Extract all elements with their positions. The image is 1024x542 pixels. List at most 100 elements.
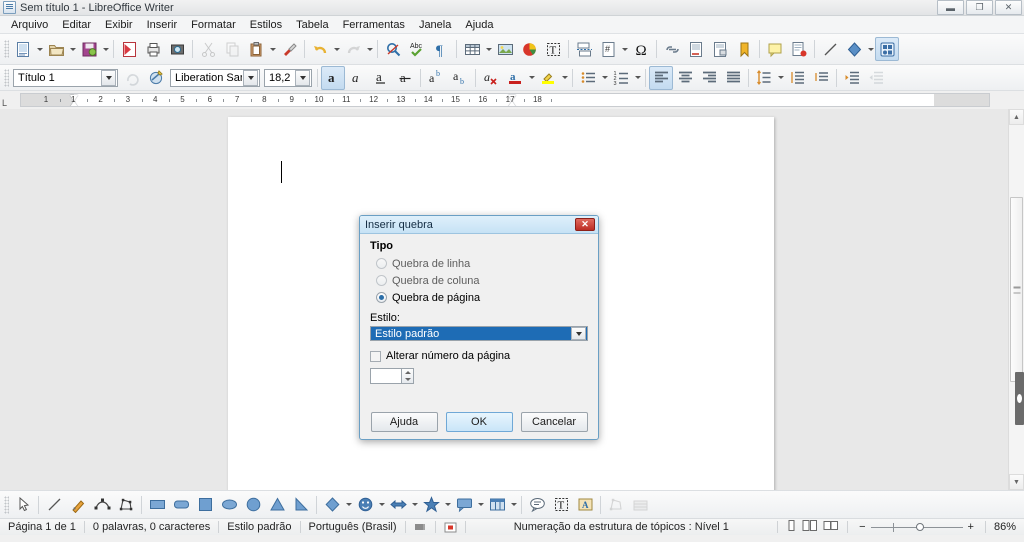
cancel-button[interactable]: Cancelar (520, 412, 588, 432)
paragraph-style-combo[interactable]: Título 1 (13, 68, 118, 87)
toolbar-grip[interactable] (4, 68, 9, 87)
page-number-input[interactable] (370, 368, 401, 384)
radio-line-break[interactable]: Quebra de linha (376, 256, 588, 271)
font-color-dropdown-icon[interactable] (527, 66, 536, 90)
toolbar-grip[interactable] (4, 40, 9, 58)
new-doc-icon[interactable] (11, 37, 35, 61)
basic-shapes-dropdown-icon[interactable] (866, 37, 875, 61)
menu-item-inserir[interactable]: Inserir (140, 18, 185, 32)
highlight-color-dropdown-icon[interactable] (560, 66, 569, 90)
formatting-marks-icon[interactable]: ¶ (429, 37, 453, 61)
show-draw-functions-icon[interactable] (875, 37, 899, 61)
freeform-line-icon[interactable] (66, 493, 90, 517)
unordered-list-icon[interactable] (576, 66, 600, 90)
print-preview-icon[interactable] (165, 37, 189, 61)
scrollbar-drag-marker[interactable] (1015, 372, 1024, 425)
open-dropdown-icon[interactable] (68, 37, 77, 61)
book-view-icon[interactable] (823, 520, 839, 534)
zoom-out-button[interactable]: − (854, 521, 870, 533)
close-icon[interactable]: ✕ (995, 0, 1022, 15)
align-right-icon[interactable] (697, 66, 721, 90)
menu-item-arquivo[interactable]: Arquivo (4, 18, 55, 32)
unordered-list-dropdown-icon[interactable] (600, 66, 609, 90)
strikethrough-icon[interactable]: a (393, 66, 417, 90)
square-icon[interactable] (193, 493, 217, 517)
line-spacing-icon[interactable] (752, 66, 776, 90)
endnote-icon[interactable] (708, 37, 732, 61)
single-page-view-icon[interactable] (786, 520, 797, 534)
circle-icon[interactable] (241, 493, 265, 517)
zoom-slider[interactable]: − + (848, 521, 985, 533)
unsaved-changes-icon[interactable] (436, 519, 465, 535)
insert-field-dropdown-icon[interactable] (620, 37, 629, 61)
scroll-up-arrow-icon[interactable]: ▲ (1009, 109, 1024, 125)
insert-chart-icon[interactable] (517, 37, 541, 61)
footnote-icon[interactable] (684, 37, 708, 61)
multi-page-view-icon[interactable] (802, 520, 818, 534)
align-left-icon[interactable] (649, 65, 673, 90)
insert-field-icon[interactable]: # (596, 37, 620, 61)
underline-icon[interactable]: a (369, 66, 393, 90)
help-button[interactable]: Ajuda (370, 412, 438, 432)
page-style-select[interactable]: Estilo padrão (370, 326, 588, 341)
block-arrows-dropdown-icon[interactable] (410, 493, 419, 517)
rectangle-icon[interactable] (145, 493, 169, 517)
flowchart-shapes-icon[interactable] (485, 493, 509, 517)
ordered-list-dropdown-icon[interactable] (633, 66, 642, 90)
font-size-combo[interactable]: 18,2 (264, 68, 312, 87)
decrease-indent-icon[interactable] (864, 66, 888, 90)
vertical-scrollbar[interactable]: ▲ ▼ (1008, 109, 1024, 490)
stars-icon[interactable] (419, 493, 443, 517)
checkbox-indicator[interactable] (370, 350, 381, 362)
callout-shapes-dropdown-icon[interactable] (476, 493, 485, 517)
radio-indicator[interactable] (376, 258, 387, 269)
find-replace-icon[interactable] (381, 37, 405, 61)
menu-item-formatar[interactable]: Formatar (184, 18, 243, 32)
insert-image-icon[interactable] (493, 37, 517, 61)
status-outline-level[interactable]: Numeração da estrutura de tópicos : Níve… (466, 519, 778, 535)
menu-item-editar[interactable]: Editar (55, 18, 98, 32)
paste-dropdown-icon[interactable] (268, 37, 277, 61)
page-number-stepper[interactable] (370, 368, 414, 384)
triangle-icon[interactable] (265, 493, 289, 517)
align-center-icon[interactable] (673, 66, 697, 90)
stars-dropdown-icon[interactable] (443, 493, 452, 517)
ellipse-icon[interactable] (217, 493, 241, 517)
increase-indent-icon[interactable] (840, 66, 864, 90)
new-style-icon[interactable] (144, 66, 168, 90)
copy-icon[interactable] (220, 37, 244, 61)
stepper-buttons[interactable] (401, 368, 414, 384)
spelling-icon[interactable]: Abc (405, 37, 429, 61)
menu-item-tabela[interactable]: Tabela (289, 18, 335, 32)
bold-icon[interactable]: a (321, 65, 345, 90)
scrollbar-thumb[interactable] (1010, 197, 1023, 382)
basic-shapes-icon[interactable] (842, 37, 866, 61)
zoom-level[interactable]: 86% (986, 519, 1024, 535)
chevron-down-icon[interactable] (243, 69, 258, 86)
toolbar-grip[interactable] (4, 495, 9, 514)
zoom-in-button[interactable]: + (963, 521, 979, 533)
minimize-icon[interactable]: ▬ (937, 0, 964, 15)
font-name-combo[interactable]: Liberation Sans (170, 68, 260, 87)
ordered-list-icon[interactable]: 123 (609, 66, 633, 90)
save-icon[interactable] (77, 37, 101, 61)
menu-item-janela[interactable]: Janela (412, 18, 458, 32)
callout-icon[interactable] (525, 493, 549, 517)
callout-shapes-icon[interactable] (452, 493, 476, 517)
chevron-down-icon[interactable] (295, 69, 310, 86)
gallery-icon[interactable] (628, 493, 652, 517)
radio-indicator[interactable] (376, 275, 387, 286)
line-tool-icon[interactable] (42, 493, 66, 517)
flowchart-shapes-dropdown-icon[interactable] (509, 493, 518, 517)
highlight-color-icon[interactable] (536, 66, 560, 90)
change-page-number-checkbox-row[interactable]: Alterar número da página (370, 350, 588, 362)
italic-icon[interactable]: a (345, 66, 369, 90)
block-arrows-icon[interactable] (386, 493, 410, 517)
dialog-title-bar[interactable]: Inserir quebra ✕ (360, 216, 598, 234)
polygon-icon[interactable] (114, 493, 138, 517)
stepper-up-icon[interactable] (404, 371, 411, 374)
menu-item-ajuda[interactable]: Ajuda (458, 18, 500, 32)
line-spacing-dropdown-icon[interactable] (776, 66, 785, 90)
status-word-count[interactable]: 0 palavras, 0 caracteres (85, 519, 218, 535)
undo-dropdown-icon[interactable] (332, 37, 341, 61)
